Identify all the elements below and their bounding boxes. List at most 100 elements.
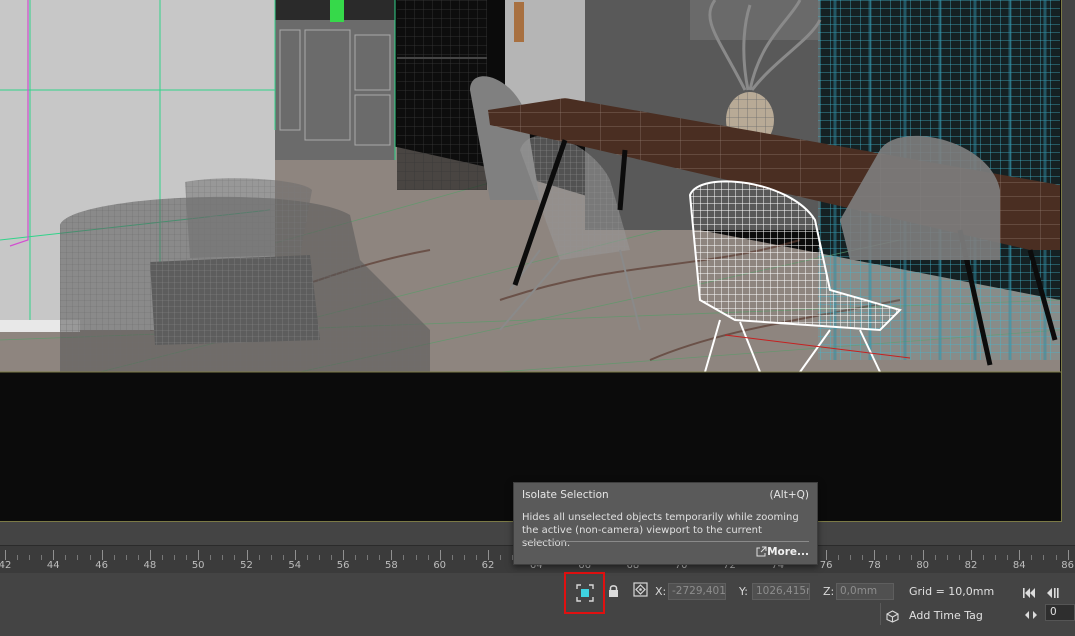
timeline-minor-tick: [306, 555, 308, 560]
timeline-major-tick: [874, 550, 876, 560]
timeline-minor-tick: [137, 555, 139, 560]
viewport-side-strip: [1062, 0, 1075, 545]
timeline-tick-label: 80: [916, 560, 930, 571]
timeline-minor-tick: [331, 555, 333, 560]
timeline-minor-tick: [1043, 555, 1045, 560]
tooltip-shortcut: (Alt+Q): [769, 489, 809, 501]
timeline-minor-tick: [995, 555, 997, 560]
timeline-minor-tick: [415, 555, 417, 560]
timeline-minor-tick: [222, 555, 224, 560]
timeline-minor-tick: [210, 555, 212, 560]
timeline-tick-label: 44: [46, 560, 60, 571]
timeline-tick-label: 78: [868, 560, 881, 571]
timeline-minor-tick: [1031, 555, 1033, 560]
timeline-minor-tick: [463, 555, 465, 560]
timeline-tick-label: 86: [1061, 560, 1074, 571]
timeline-minor-tick: [258, 555, 260, 560]
timeline-major-tick: [488, 550, 489, 560]
timeline-tick-label: 50: [191, 560, 205, 571]
timeline-minor-tick: [29, 555, 31, 560]
timeline-minor-tick: [403, 555, 405, 560]
timeline-minor-tick: [270, 555, 272, 560]
timeline-minor-tick: [886, 555, 888, 560]
timeline-minor-tick: [234, 555, 236, 560]
timeline-major-tick: [1067, 550, 1069, 560]
timeline-minor-tick: [958, 555, 960, 560]
z-coord-label: Z:: [823, 585, 835, 598]
timeline-major-tick: [391, 550, 393, 560]
timeline-major-tick: [1019, 550, 1021, 560]
isolate-selection-button[interactable]: [564, 572, 605, 614]
timeline-major-tick: [101, 550, 103, 560]
timeline-minor-tick: [946, 555, 948, 560]
timeline-major-tick: [826, 550, 828, 560]
timeline-minor-tick: [41, 555, 43, 560]
timeline-minor-tick: [862, 555, 864, 560]
timeline-minor-tick: [125, 555, 127, 560]
z-coord-field[interactable]: 0,0mm: [836, 583, 894, 600]
timeline-minor-tick: [161, 555, 163, 560]
timeline-minor-tick: [174, 555, 176, 560]
timeline-tick-label: 84: [1012, 560, 1026, 571]
timeline-minor-tick: [1055, 555, 1057, 560]
timeline-minor-tick: [838, 555, 840, 560]
lock-icon[interactable]: [607, 583, 620, 597]
timeline-minor-tick: [77, 555, 79, 560]
timeline-minor-tick: [17, 555, 19, 560]
previous-frame-icon[interactable]: [1046, 584, 1060, 598]
timeline-major-tick: [53, 550, 55, 560]
tooltip-separator: [522, 541, 809, 542]
timeline-tick-label: 60: [433, 560, 447, 571]
timeline-minor-tick: [379, 555, 381, 560]
timeline-major-tick: [922, 550, 924, 560]
timeline-major-tick: [149, 550, 151, 560]
isolate-selection-tooltip: Isolate Selection (Alt+Q) Hides all unse…: [513, 482, 818, 565]
timeline-minor-tick: [451, 555, 453, 560]
timeline-tick-label: 48: [143, 560, 157, 571]
timeline-tick-label: 52: [240, 560, 253, 571]
timeline-minor-tick: [850, 555, 852, 560]
timeline-tick-label: 56: [336, 560, 350, 571]
timeline-minor-tick: [475, 555, 477, 560]
tooltip-more-link[interactable]: More...: [767, 546, 809, 558]
timeline-minor-tick: [113, 555, 115, 560]
timeline-minor-tick: [983, 555, 985, 560]
timeline-minor-tick: [367, 555, 369, 560]
timeline-tick-label: 58: [385, 560, 398, 571]
timeline-major-tick: [5, 550, 6, 560]
timeline-tick-label: 54: [288, 560, 302, 571]
timeline-tick-label: 42: [0, 560, 12, 571]
timeline-minor-tick: [318, 555, 320, 560]
time-tag-icon[interactable]: [886, 608, 899, 623]
timeline-major-tick: [294, 550, 296, 560]
timeline-minor-tick: [65, 555, 67, 560]
timeline-minor-tick: [282, 555, 284, 560]
go-to-start-icon[interactable]: [1022, 584, 1036, 598]
grid-size-label: Grid = 10,0mm: [909, 585, 995, 598]
timeline-minor-tick: [500, 555, 502, 560]
timeline-major-tick: [439, 550, 441, 560]
x-coord-field[interactable]: -2729,401mm: [668, 583, 726, 600]
status-divider: [880, 603, 881, 625]
timeline-minor-tick: [1007, 555, 1009, 560]
perspective-viewport[interactable]: [0, 0, 1062, 522]
external-link-icon: [756, 546, 767, 557]
timeline-major-tick: [971, 550, 972, 560]
timeline-tick-label: 82: [964, 560, 978, 571]
current-frame-field[interactable]: 0: [1045, 604, 1075, 621]
timeline-tick-label: 46: [95, 560, 108, 571]
timeline-minor-tick: [186, 555, 188, 560]
timeline-minor-tick: [89, 555, 91, 560]
viewport-render: [0, 0, 1061, 521]
x-coord-label: X:: [655, 585, 667, 598]
key-mode-icon[interactable]: [1024, 606, 1038, 619]
tooltip-description: Hides all unselected objects temporarily…: [522, 512, 799, 549]
timeline-major-tick: [198, 550, 200, 560]
add-time-tag-button[interactable]: Add Time Tag: [909, 609, 983, 622]
absolute-mode-icon[interactable]: [633, 582, 648, 597]
timeline-minor-tick: [427, 555, 429, 560]
y-coord-field[interactable]: 1026,415mm: [752, 583, 810, 600]
timeline-minor-tick: [898, 555, 900, 560]
timeline-tick-label: 76: [819, 560, 833, 571]
timeline-minor-tick: [355, 555, 357, 560]
